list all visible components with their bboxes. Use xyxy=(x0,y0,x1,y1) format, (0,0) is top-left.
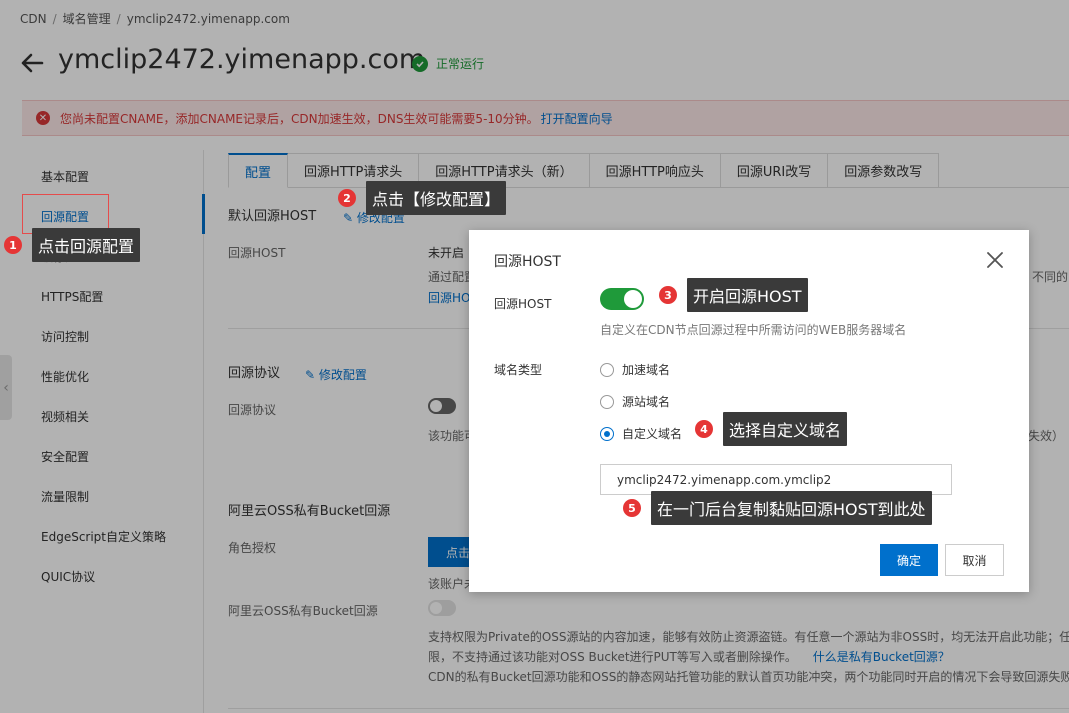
close-icon[interactable] xyxy=(984,249,1006,271)
radio-custom-domain[interactable]: 自定义域名 xyxy=(600,425,682,442)
radio-label: 自定义域名 xyxy=(622,427,683,441)
annotation-badge-1: 1 xyxy=(4,236,22,254)
annotation-badge-2: 2 xyxy=(338,189,356,207)
modal-title: 回源HOST xyxy=(494,254,561,270)
radio-origin-domain[interactable]: 源站域名 xyxy=(600,393,670,410)
annotation-badge-4: 4 xyxy=(695,420,713,438)
radio-button[interactable] xyxy=(600,362,614,377)
annotation-tip-3: 开启回源HOST xyxy=(687,278,808,312)
annotation-tip-5: 在一门后台复制黏贴回源HOST到此处 xyxy=(651,491,932,525)
radio-label: 加速域名 xyxy=(622,363,671,377)
annotation-tip-2: 点击【修改配置】 xyxy=(366,181,507,215)
annotation-tip-1: 点击回源配置 xyxy=(32,228,141,262)
annotation-badge-5: 5 xyxy=(623,499,641,517)
modal-host-label: 回源HOST xyxy=(494,297,552,311)
ok-button[interactable]: 确定 xyxy=(880,544,938,576)
radio-button-checked[interactable] xyxy=(600,426,614,441)
modal-domain-type-label: 域名类型 xyxy=(494,363,543,377)
annotation-badge-3: 3 xyxy=(659,286,677,304)
annotation-tip-4: 选择自定义域名 xyxy=(723,412,848,446)
radio-label: 源站域名 xyxy=(622,395,671,409)
modal-host-hint: 自定义在CDN节点回源过程中所需访问的WEB服务器域名 xyxy=(600,323,907,337)
radio-button[interactable] xyxy=(600,394,614,409)
origin-host-toggle[interactable] xyxy=(600,288,644,310)
cancel-button[interactable]: 取消 xyxy=(945,544,1004,576)
radio-accelerated-domain[interactable]: 加速域名 xyxy=(600,361,670,378)
